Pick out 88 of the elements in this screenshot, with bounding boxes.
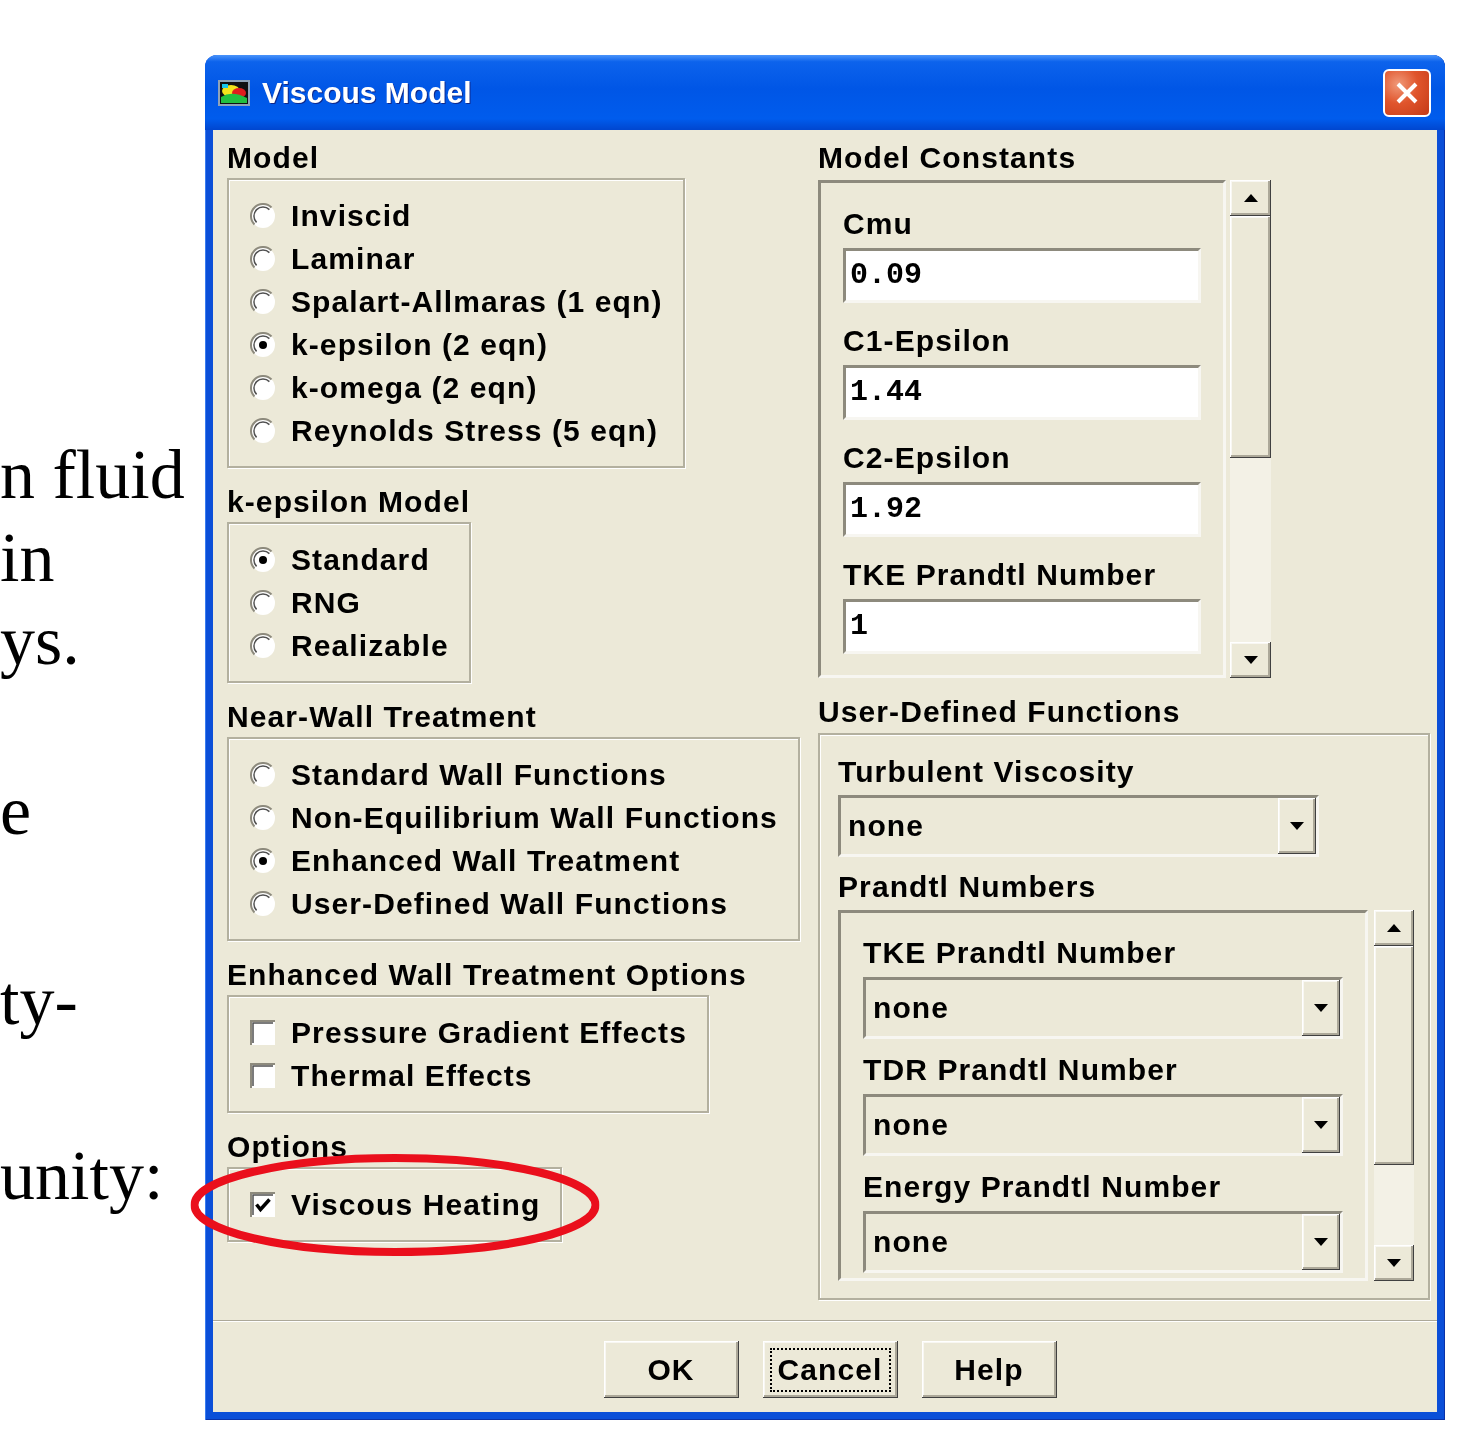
radio-icon[interactable] bbox=[250, 331, 276, 358]
radio-icon[interactable] bbox=[250, 847, 276, 874]
text-field[interactable]: 1.92 bbox=[843, 482, 1201, 537]
text-field[interactable]: 1 bbox=[843, 599, 1201, 654]
scrollbar-thumb[interactable] bbox=[1230, 216, 1271, 458]
radio-option[interactable]: Spalart-Allmaras (1 eqn) bbox=[250, 280, 663, 323]
dropdown-button[interactable] bbox=[1302, 980, 1340, 1036]
caret-down-icon bbox=[1314, 1004, 1328, 1012]
dropdown[interactable]: none bbox=[863, 1211, 1343, 1273]
close-button[interactable] bbox=[1383, 68, 1431, 117]
field-label: TKE Prandtl Number bbox=[863, 935, 1177, 971]
radio-icon[interactable] bbox=[250, 761, 276, 788]
scroll-down-button[interactable] bbox=[1374, 1245, 1414, 1281]
radio-option[interactable]: Standard bbox=[250, 538, 430, 581]
radio-option[interactable]: Laminar bbox=[250, 237, 416, 280]
radio-icon[interactable] bbox=[250, 890, 276, 917]
radio-option[interactable]: k-omega (2 eqn) bbox=[250, 366, 538, 409]
group-label: Model Constants bbox=[818, 140, 1077, 176]
field-label: Energy Prandtl Number bbox=[863, 1169, 1222, 1205]
dropdown[interactable]: none bbox=[863, 1094, 1343, 1156]
field-label: Turbulent Viscosity bbox=[838, 754, 1135, 790]
group-label: Model bbox=[227, 140, 320, 176]
radio-icon[interactable] bbox=[250, 804, 276, 831]
dropdown-button[interactable] bbox=[1278, 798, 1316, 854]
checkbox-icon[interactable] bbox=[250, 1019, 276, 1046]
dialog-button[interactable]: Cancel bbox=[762, 1341, 898, 1398]
text-field[interactable]: 1.44 bbox=[843, 365, 1201, 420]
field-label: TDR Prandtl Number bbox=[863, 1052, 1178, 1088]
radio-icon[interactable] bbox=[250, 245, 276, 272]
caret-down-icon bbox=[1290, 822, 1304, 830]
caret-down-icon bbox=[1243, 656, 1258, 664]
scrollbar[interactable] bbox=[1230, 180, 1271, 678]
checkbox-icon[interactable] bbox=[250, 1062, 276, 1089]
radio-icon[interactable] bbox=[250, 589, 276, 616]
slide-text: e bbox=[0, 771, 32, 851]
radio-option[interactable]: Reynolds Stress (5 eqn) bbox=[250, 409, 659, 452]
group-label: k-epsilon Model bbox=[227, 484, 471, 520]
checkbox-icon[interactable] bbox=[250, 1191, 276, 1218]
caret-down-icon bbox=[1314, 1238, 1328, 1246]
group-label: Prandtl Numbers bbox=[838, 869, 1097, 905]
dropdown[interactable]: none bbox=[838, 795, 1319, 857]
close-icon bbox=[1395, 80, 1419, 105]
slide-text: ys. bbox=[0, 601, 80, 681]
app-icon bbox=[218, 79, 250, 106]
window-title: Viscous Model bbox=[262, 75, 472, 110]
field-label: Cmu bbox=[843, 206, 913, 242]
radio-icon[interactable] bbox=[250, 202, 276, 229]
radio-icon[interactable] bbox=[250, 417, 276, 444]
scroll-down-button[interactable] bbox=[1230, 642, 1271, 678]
radio-option[interactable]: Non-Equilibrium Wall Functions bbox=[250, 796, 778, 839]
checkbox-option[interactable]: Thermal Effects bbox=[250, 1054, 533, 1097]
dialog-button[interactable]: Help bbox=[921, 1341, 1057, 1398]
checkbox-option[interactable]: Pressure Gradient Effects bbox=[250, 1011, 687, 1054]
scrollbar[interactable] bbox=[1374, 910, 1414, 1281]
radio-icon[interactable] bbox=[250, 288, 276, 315]
caret-up-icon bbox=[1387, 924, 1401, 932]
group-label: User-Defined Functions bbox=[818, 694, 1181, 730]
radio-option[interactable]: User-Defined Wall Functions bbox=[250, 882, 728, 925]
text-field[interactable]: 0.09 bbox=[843, 248, 1201, 303]
group-label: Enhanced Wall Treatment Options bbox=[227, 957, 747, 993]
dropdown-button[interactable] bbox=[1302, 1214, 1340, 1270]
radio-option[interactable]: Enhanced Wall Treatment bbox=[250, 839, 681, 882]
radio-icon[interactable] bbox=[250, 546, 276, 573]
caret-down-icon bbox=[1387, 1259, 1401, 1267]
dialog-button[interactable]: OK bbox=[603, 1341, 739, 1398]
radio-icon[interactable] bbox=[250, 374, 276, 401]
radio-icon[interactable] bbox=[250, 632, 276, 659]
dropdown-button[interactable] bbox=[1302, 1097, 1340, 1153]
field-label: C2-Epsilon bbox=[843, 440, 1011, 476]
scroll-up-button[interactable] bbox=[1230, 180, 1271, 216]
group-label: Options bbox=[227, 1129, 349, 1165]
slide-text: in bbox=[0, 518, 55, 598]
field-label: TKE Prandtl Number bbox=[843, 557, 1157, 593]
slide-text: ty- bbox=[0, 961, 78, 1041]
field-label: C1-Epsilon bbox=[843, 323, 1011, 359]
radio-option[interactable]: RNG bbox=[250, 581, 361, 624]
radio-option[interactable]: k-epsilon (2 eqn) bbox=[250, 323, 549, 366]
caret-down-icon bbox=[1314, 1121, 1328, 1129]
scroll-up-button[interactable] bbox=[1374, 910, 1414, 946]
radio-option[interactable]: Standard Wall Functions bbox=[250, 753, 667, 796]
caret-up-icon bbox=[1243, 194, 1258, 202]
radio-option[interactable]: Inviscid bbox=[250, 194, 412, 237]
dropdown[interactable]: none bbox=[863, 977, 1343, 1039]
radio-option[interactable]: Realizable bbox=[250, 624, 449, 667]
group-label: Near-Wall Treatment bbox=[227, 699, 537, 735]
slide-text: unity: bbox=[0, 1136, 164, 1216]
scrollbar-thumb[interactable] bbox=[1374, 946, 1414, 1165]
slide-text: n fluid bbox=[0, 435, 185, 515]
